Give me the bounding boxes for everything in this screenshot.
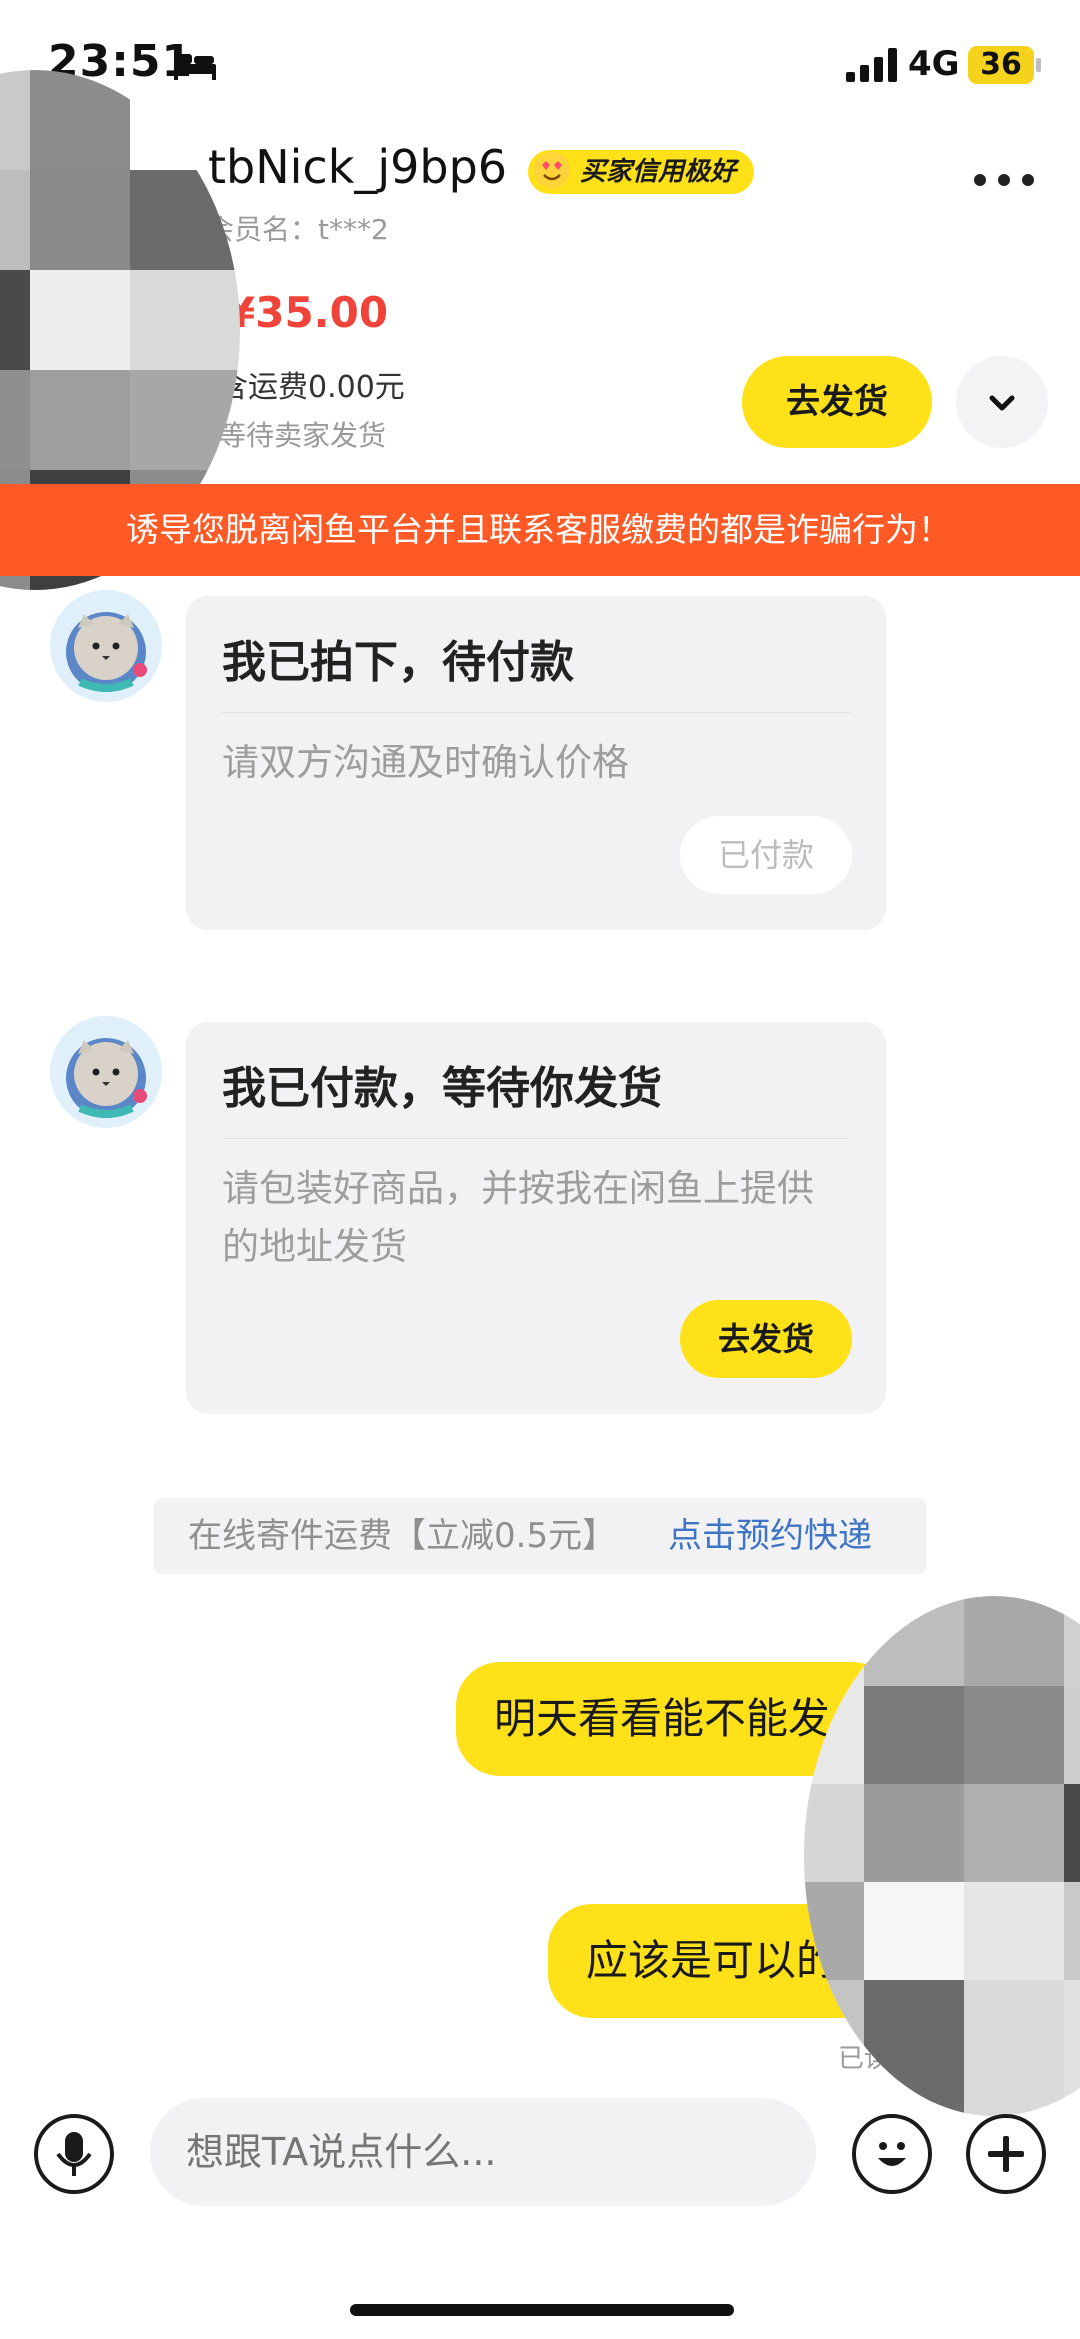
seller-avatar[interactable] xyxy=(50,1016,162,1128)
order-price: ¥35.00 xyxy=(226,288,389,337)
home-indicator[interactable] xyxy=(350,2304,734,2316)
order-message-card: 我已付款，等待你发货 请包装好商品，并按我在闲鱼上提供的地址发货 去发货 xyxy=(186,1022,886,1414)
network-type: 4G xyxy=(908,44,960,84)
message-body: 请包装好商品，并按我在闲鱼上提供的地址发货 xyxy=(222,1167,814,1268)
more-actions-button[interactable] xyxy=(966,2114,1046,2194)
chevron-down-icon xyxy=(989,395,1015,411)
seller-avatar[interactable] xyxy=(50,590,162,702)
expand-order-button[interactable] xyxy=(956,356,1048,448)
order-message-card: 我已拍下，待付款 请双方沟通及时确认价格 已付款 xyxy=(186,596,886,930)
shipping-fee: 含运费0.00元 xyxy=(218,370,405,405)
cat-avatar-icon xyxy=(50,590,162,702)
message-input[interactable] xyxy=(150,2098,816,2206)
ship-order-button[interactable]: 去发货 xyxy=(742,356,932,448)
signal-icon xyxy=(846,48,897,82)
battery-cap xyxy=(1036,58,1041,72)
message-title: 我已拍下，待付款 xyxy=(222,637,574,688)
microphone-icon xyxy=(56,2132,92,2176)
warning-text: 诱导您脱离闲鱼平台并且联系客服缴费的都是诈骗行为！ xyxy=(126,510,951,549)
divider xyxy=(222,712,850,713)
book-courier-link[interactable]: 点击预约快递 xyxy=(668,1498,872,1574)
order-status: 等待卖家发货 xyxy=(218,419,387,452)
notice-text: 在线寄件运费【立减0.5元】 xyxy=(188,1516,617,1556)
shipping-notice: 在线寄件运费【立减0.5元】 点击预约快递 xyxy=(154,1498,926,1574)
divider xyxy=(222,1138,850,1139)
message-title: 我已付款，等待你发货 xyxy=(222,1063,662,1114)
message-body: 请双方沟通及时确认价格 xyxy=(222,741,629,784)
sleep-mode-icon xyxy=(174,54,216,80)
heart-eyes-emoji-icon xyxy=(534,152,570,188)
battery-indicator: 36 xyxy=(968,46,1034,84)
plus-icon xyxy=(988,2136,1024,2172)
voice-input-button[interactable] xyxy=(34,2114,114,2194)
ship-button[interactable]: 去发货 xyxy=(680,1300,852,1378)
cat-avatar-icon xyxy=(50,1016,162,1128)
emoji-button[interactable] xyxy=(852,2114,932,2194)
paid-button[interactable]: 已付款 xyxy=(680,816,852,894)
privacy-blur-my-avatar xyxy=(804,1596,1080,2116)
anti-fraud-warning: 诱导您脱离闲鱼平台并且联系客服缴费的都是诈骗行为！ xyxy=(0,484,1080,576)
smiley-icon xyxy=(878,2142,906,2166)
more-options-icon[interactable] xyxy=(972,172,1036,188)
buyer-nickname[interactable]: tbNick_j9bp6 xyxy=(208,140,507,194)
